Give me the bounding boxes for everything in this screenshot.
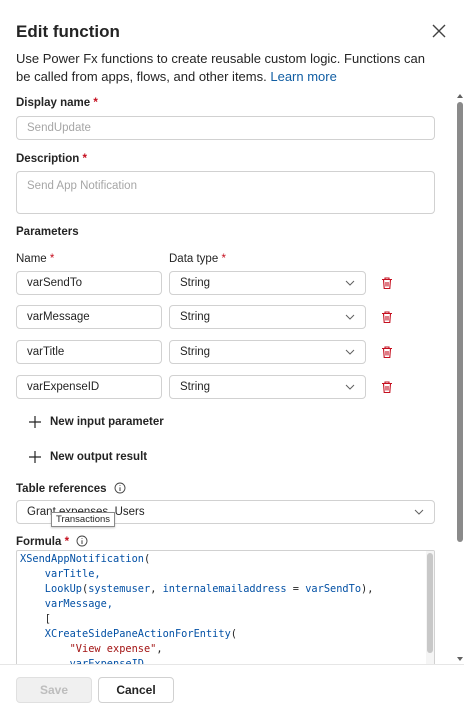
table-references-label-text: Table references [16,483,107,495]
form-scroll-area[interactable]: Display name * SendUpdate Description * … [0,92,454,664]
parameter-name-input[interactable]: varSendTo [16,271,162,295]
info-icon[interactable] [114,482,126,494]
new-output-result-label: New output result [50,451,148,463]
parameter-type-select[interactable]: String [169,305,366,329]
formula-label: Formula * [16,535,88,548]
formula-token: [ [20,613,51,625]
chevron-down-icon [345,314,355,320]
required-mark: * [64,536,70,548]
info-icon[interactable] [76,535,88,547]
panel-scrollbar[interactable] [455,92,464,664]
parameter-name-input[interactable]: varMessage [16,305,162,329]
trash-icon[interactable] [380,276,394,290]
description-text: Use Power Fx functions to create reusabl… [16,51,425,84]
save-button[interactable]: Save [16,677,92,703]
parameter-type-value: String [180,311,211,323]
description-textarea[interactable]: Send App Notification [16,171,435,214]
formula-token: ( [144,553,151,565]
formula-token: varMessage, [20,598,113,610]
new-input-parameter-label: New input parameter [50,416,164,428]
formula-line: varMessage, [20,597,113,612]
parameter-type-select[interactable]: String [169,340,366,364]
table-references-label: Table references [16,482,126,495]
formula-token: ( [230,628,237,640]
formula-token: = [286,583,306,595]
display-name-placeholder: SendUpdate [27,122,91,134]
formula-token: , [156,643,163,655]
chevron-down-icon [414,509,424,515]
scroll-down-arrow-icon[interactable] [456,655,464,663]
display-name-label-text: Display name [16,97,91,109]
formula-token: ), [361,583,374,595]
cancel-button[interactable]: Cancel [98,677,174,703]
new-output-result-button[interactable]: New output result [28,450,147,464]
data-type-column-header: Data type * [169,253,226,265]
required-mark: * [93,97,98,109]
dialog-description: Use Power Fx functions to create reusabl… [16,50,436,86]
parameter-type-value: String [180,381,211,393]
scroll-up-arrow-icon[interactable] [456,92,464,100]
formula-token: "View expense" [20,643,157,655]
formula-token: varTitle, [20,568,101,580]
plus-icon [29,451,41,463]
data-type-header-text: Data type [169,253,219,265]
description-placeholder: Send App Notification [27,180,137,192]
formula-scrollbar[interactable] [426,551,434,664]
formula-token: , [150,583,163,595]
dialog-title: Edit function [16,22,120,41]
trash-icon[interactable] [380,380,394,394]
parameter-name-input[interactable]: varExpenseID [16,375,162,399]
parameter-name-input[interactable]: varTitle [16,340,162,364]
formula-token: internalemailaddress [162,583,287,595]
formula-line: "View expense", [20,642,163,657]
parameters-section-label: Parameters [16,226,79,238]
required-mark: * [49,253,55,265]
required-mark: * [82,153,87,165]
description-label-text: Description [16,153,80,165]
display-name-input[interactable]: SendUpdate [16,116,435,140]
formula-editor[interactable]: XSendAppNotification( varTitle, LookUp(s… [16,550,435,664]
parameter-name-value: varSendTo [27,277,82,289]
formula-line: [ [20,612,51,627]
parameter-type-value: String [180,277,211,289]
formula-token: XCreateSidePaneActionForEntity [20,628,231,640]
new-input-parameter-button[interactable]: New input parameter [28,415,164,429]
formula-line: XSendAppNotification( [20,552,150,567]
table-reference-tooltip: Transactions [51,512,116,527]
plus-icon [29,416,41,428]
required-mark: * [221,253,226,265]
chevron-down-icon [345,384,355,390]
formula-scrollbar-thumb[interactable] [427,553,433,653]
formula-line: XCreateSidePaneActionForEntity( [20,627,237,642]
parameter-type-select[interactable]: String [169,271,366,295]
formula-line: LookUp(systemuser, internalemailaddress … [20,582,374,597]
parameter-type-select[interactable]: String [169,375,366,399]
name-column-header: Name * [16,253,54,265]
formula-token: LookUp [20,583,82,595]
formula-line: varExpenseID, [20,657,151,664]
close-icon[interactable] [430,22,448,40]
trash-icon[interactable] [380,310,394,324]
parameter-name-value: varMessage [27,311,90,323]
panel-scrollbar-thumb[interactable] [457,102,463,542]
formula-token: XSendAppNotification [20,553,144,565]
parameter-name-value: varExpenseID [27,381,100,393]
formula-token: varSendTo [305,583,362,595]
chevron-down-icon [345,349,355,355]
formula-line: varTitle, [20,567,101,582]
formula-token: systemuser [88,583,151,595]
trash-icon[interactable] [380,345,394,359]
dialog-footer: Save Cancel [0,664,464,720]
parameter-name-value: varTitle [27,346,65,358]
description-label: Description * [16,153,87,165]
parameter-type-value: String [180,346,211,358]
display-name-label: Display name * [16,97,98,109]
name-header-text: Name [16,253,47,265]
chevron-down-icon [345,280,355,286]
formula-label-text: Formula [16,536,62,548]
edit-function-panel: Edit function Use Power Fx functions to … [0,0,464,720]
learn-more-link[interactable]: Learn more [270,69,336,84]
